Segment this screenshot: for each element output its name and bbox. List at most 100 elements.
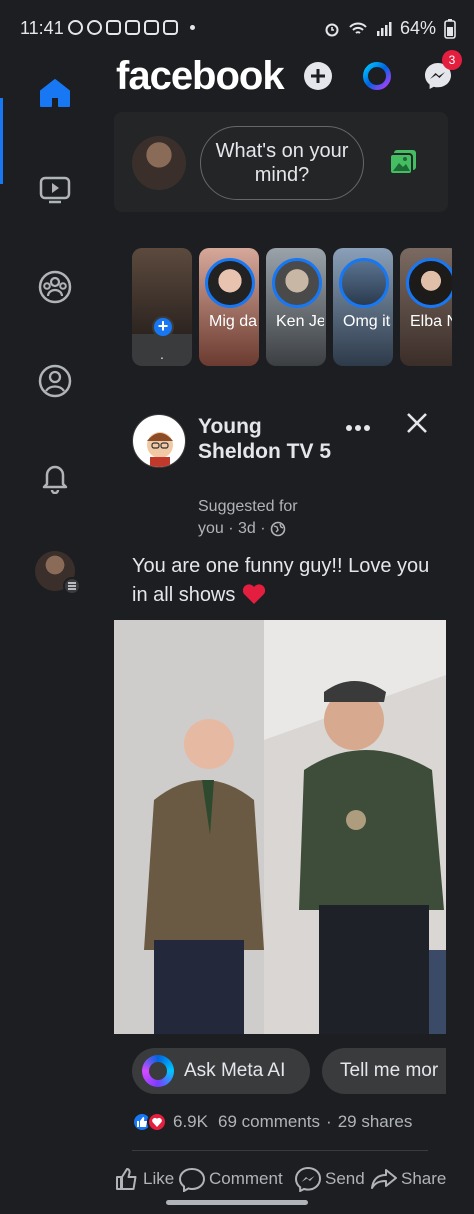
notification-icons: [68, 20, 195, 35]
home-indicator: [166, 1200, 308, 1205]
left-nav-rail: [0, 48, 110, 1214]
battery-percent: 64%: [399, 18, 436, 38]
system-indicators: 64%: [324, 18, 456, 39]
story-card[interactable]: Omg its...: [333, 248, 393, 366]
messenger-badge: 3: [442, 50, 462, 70]
stories-tray: + . Mig dal... Ken Je... Omg its... Elba…: [132, 248, 452, 366]
story-label: Ken Je...: [276, 313, 324, 330]
more-dots-icon: [346, 425, 370, 431]
messenger-send-icon: [294, 1166, 322, 1192]
page-avatar[interactable]: [132, 414, 186, 468]
notification-icon: [68, 20, 83, 35]
globe-icon: [270, 521, 285, 537]
whats-on-your-mind-input[interactable]: What's on your mind?: [200, 126, 364, 200]
signal-icon: [376, 21, 392, 36]
user-avatar[interactable]: [132, 136, 186, 190]
nav-menu[interactable]: [30, 546, 81, 596]
messenger-button[interactable]: 3: [418, 50, 462, 96]
app-notification-icon: [144, 20, 159, 35]
alarm-icon: [325, 23, 339, 36]
nav-video[interactable]: [30, 164, 80, 214]
video-icon: [39, 176, 71, 204]
page-name[interactable]: Young Sheldon TV 5: [198, 414, 338, 464]
story-label: Omg its...: [343, 313, 391, 330]
plus-icon: +: [152, 316, 174, 338]
share-label: Share: [401, 1169, 447, 1188]
bell-icon: [42, 465, 68, 494]
comment-label: Comment: [209, 1169, 283, 1188]
ask-meta-ai-chip[interactable]: Ask Meta AI: [132, 1048, 310, 1094]
menu-lines-icon: [63, 577, 81, 595]
meta-ai-icon: [142, 1055, 174, 1087]
youtube-notification-icon: [163, 20, 178, 35]
active-tab-indicator: [0, 98, 3, 184]
share-icon: [371, 1169, 397, 1189]
profile-icon: [38, 364, 72, 398]
more-notifications-dot: [190, 25, 195, 30]
story-card[interactable]: Ken Je...: [266, 248, 326, 366]
menu-avatar: [35, 551, 81, 595]
post-time: you · 3d ·: [198, 520, 266, 537]
post-meta: Suggested for you · 3d ·: [198, 496, 338, 540]
wifi-icon: [349, 22, 367, 34]
ai-suggestion-chips: Ask Meta AI Tell me mor: [132, 1048, 446, 1094]
share-button[interactable]: Share: [370, 1166, 446, 1192]
post-composer: What's on your mind?: [114, 112, 448, 212]
status-time: 11:41: [20, 18, 64, 38]
story-label: .: [160, 346, 164, 362]
story-label: Mig dal...: [209, 313, 257, 330]
post-photo[interactable]: [114, 620, 446, 1034]
send-button[interactable]: Send: [294, 1166, 365, 1192]
nav-notifications[interactable]: [30, 452, 80, 502]
feed-post: Young Sheldon TV 5 Suggested for you · 3…: [114, 398, 448, 1214]
separator: ·: [326, 1112, 332, 1131]
nav-groups[interactable]: [30, 262, 80, 312]
plus-circle-icon: [304, 62, 332, 90]
send-label: Send: [325, 1169, 365, 1188]
story-avatar: [272, 258, 322, 308]
home-icon: [40, 79, 70, 107]
close-icon: [407, 413, 427, 433]
story-avatar: [406, 258, 452, 308]
instagram-notification-icon: [106, 20, 121, 35]
like-button[interactable]: Like: [114, 1166, 174, 1192]
story-avatar: [205, 258, 255, 308]
meta-ai-icon: [363, 62, 391, 90]
meta-ai-button[interactable]: [357, 56, 397, 96]
battery-icon: [444, 18, 456, 39]
story-avatar: [339, 258, 389, 308]
add-photo-button[interactable]: [388, 148, 422, 178]
photo-icon: [389, 150, 416, 175]
nav-home[interactable]: [30, 68, 80, 118]
like-label: Like: [143, 1169, 175, 1188]
cartoon-avatar-icon: [147, 432, 173, 467]
instagram-notification-icon: [125, 20, 140, 35]
post-time-row: you · 3d ·: [198, 518, 338, 540]
share-count[interactable]: 29 shares: [338, 1112, 413, 1132]
more-options-button[interactable]: [340, 412, 376, 436]
create-button[interactable]: [298, 56, 338, 96]
comment-count[interactable]: 69 comments: [218, 1112, 320, 1132]
groups-icon: [38, 270, 72, 304]
messenger-notification-icon: [87, 20, 102, 35]
create-story-card[interactable]: + .: [132, 248, 192, 366]
like-icon: [116, 1168, 137, 1190]
love-reaction-icon: [147, 1112, 167, 1132]
facebook-logo[interactable]: facebook: [116, 54, 285, 99]
reaction-count: 6.9K: [173, 1112, 208, 1131]
post-image: [114, 620, 446, 1034]
post-actions: Like Comment Send Share: [114, 1166, 448, 1200]
chip-label: Tell me mor: [340, 1060, 439, 1081]
heart-emoji: [242, 584, 266, 604]
hide-post-button[interactable]: [404, 410, 434, 440]
post-text: You are one funny guy!! Love you in all …: [132, 552, 442, 610]
story-card[interactable]: Mig dal...: [199, 248, 259, 366]
comment-button[interactable]: Comment: [178, 1166, 283, 1192]
reaction-summary[interactable]: 6.9K 69 comments · 29 shares: [132, 1112, 412, 1132]
nav-profile[interactable]: [30, 356, 80, 406]
comment-icon: [178, 1167, 206, 1192]
chip-label: Ask Meta AI: [184, 1060, 286, 1081]
tell-me-more-chip[interactable]: Tell me mor: [322, 1048, 446, 1094]
story-card[interactable]: Elba N: [400, 248, 452, 366]
post-caption: You are one funny guy!! Love you in all …: [132, 555, 430, 606]
